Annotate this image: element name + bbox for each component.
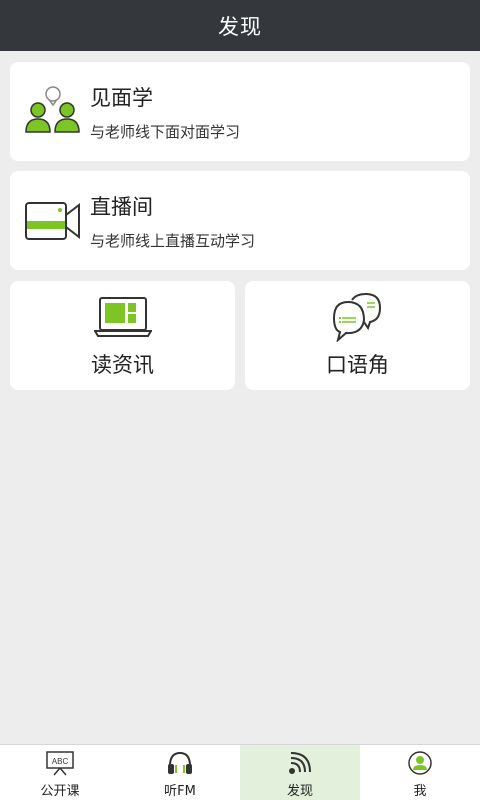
chat-bubbles-icon bbox=[328, 292, 388, 342]
oral-corner-card[interactable]: 口语角 bbox=[245, 281, 470, 390]
header-bar: 发现 bbox=[0, 0, 480, 51]
bottom-tab-bar: ABC 公开课 听FM 发现 我 bbox=[0, 744, 480, 800]
tab-open-class[interactable]: ABC 公开课 bbox=[0, 745, 120, 800]
tab-me[interactable]: 我 bbox=[360, 745, 480, 800]
video-camera-icon bbox=[24, 192, 82, 250]
meet-learn-subtitle: 与老师线下面对面学习 bbox=[90, 122, 241, 141]
user-icon bbox=[405, 749, 435, 777]
tab-listen-fm-label: 听FM bbox=[164, 784, 196, 799]
page-title: 发现 bbox=[218, 14, 262, 39]
tab-discover-label: 发现 bbox=[286, 784, 313, 799]
laptop-icon bbox=[93, 293, 153, 341]
tab-me-label: 我 bbox=[413, 784, 427, 799]
tab-discover[interactable]: 发现 bbox=[240, 745, 360, 800]
read-news-title: 读资讯 bbox=[91, 353, 154, 377]
live-room-card[interactable]: 直播间 与老师线上直播互动学习 bbox=[10, 171, 470, 270]
headphones-icon bbox=[165, 749, 195, 777]
svg-text:ABC: ABC bbox=[52, 757, 69, 766]
live-room-subtitle: 与老师线上直播互动学习 bbox=[90, 231, 256, 250]
signal-icon bbox=[285, 749, 315, 777]
people-icon bbox=[24, 83, 82, 141]
tab-open-class-label: 公开课 bbox=[40, 784, 80, 799]
oral-corner-title: 口语角 bbox=[326, 353, 389, 377]
live-room-title: 直播间 bbox=[90, 194, 153, 219]
blackboard-icon: ABC bbox=[45, 749, 75, 777]
tab-listen-fm[interactable]: 听FM bbox=[120, 745, 240, 800]
read-news-card[interactable]: 读资讯 bbox=[10, 281, 235, 390]
meet-learn-title: 见面学 bbox=[90, 85, 153, 110]
meet-learn-card[interactable]: 见面学 与老师线下面对面学习 bbox=[10, 62, 470, 161]
